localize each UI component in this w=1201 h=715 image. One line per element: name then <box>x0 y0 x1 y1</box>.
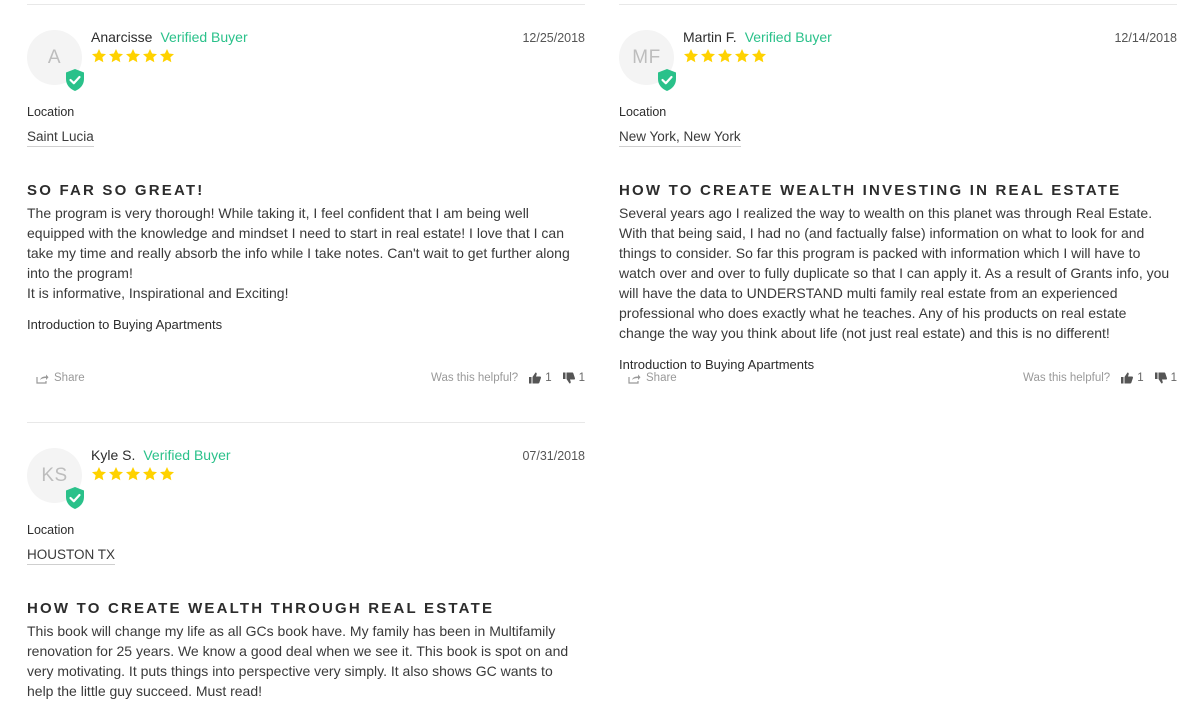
downvote-count: 1 <box>578 372 585 384</box>
star-rating <box>91 48 175 64</box>
location-label: Location <box>27 523 75 537</box>
upvote-count: 1 <box>545 372 552 384</box>
location-label: Location <box>619 105 667 119</box>
verified-buyer-label: Verified Buyer <box>143 447 231 463</box>
review-body: The program is very thorough! While taki… <box>27 203 583 303</box>
helpful-label: Was this helpful? <box>1023 372 1111 384</box>
reviewer-line: Kyle S. Verified Buyer <box>91 447 231 463</box>
verified-shield-icon <box>66 487 84 509</box>
star-icon <box>684 49 698 63</box>
location-value: Saint Lucia <box>27 129 94 147</box>
review-title: HOW TO CREATE WEALTH THROUGH REAL ESTATE <box>27 600 495 617</box>
share-label: Share <box>54 372 85 384</box>
star-icon <box>126 49 140 63</box>
reviewer-name: Anarcisse <box>91 29 153 45</box>
avatar: A <box>27 30 84 91</box>
share-icon <box>36 374 49 384</box>
review-date: 07/31/2018 <box>522 449 585 463</box>
location-value: HOUSTON TX <box>27 547 116 565</box>
helpful-votes: Was this helpful? 1 1 <box>1023 372 1177 384</box>
reviewer-line: Anarcisse Verified Buyer <box>91 29 248 45</box>
review-body: Several years ago I realized the way to … <box>619 203 1175 343</box>
thumbs-down-icon[interactable] <box>1154 372 1167 384</box>
thumbs-down-icon[interactable] <box>562 372 575 384</box>
star-icon <box>718 49 732 63</box>
review-paragraph: Several years ago I realized the way to … <box>619 205 1170 341</box>
upvote-count: 1 <box>1137 372 1144 384</box>
reviewer-line: Martin F. Verified Buyer <box>683 29 832 45</box>
star-icon <box>735 49 749 63</box>
review-paragraph: The program is very thorough! While taki… <box>27 205 570 281</box>
review-title: HOW TO CREATE WEALTH INVESTING IN REAL E… <box>619 182 1122 199</box>
star-icon <box>143 49 157 63</box>
avatar: KS <box>27 448 84 509</box>
helpful-votes: Was this helpful? 1 1 <box>431 372 585 384</box>
product-name: Introduction to Buying Apartments <box>27 317 223 332</box>
verified-shield-icon <box>658 69 676 91</box>
share-button[interactable]: Share <box>36 372 85 384</box>
star-rating <box>91 466 175 482</box>
location-value: New York, New York <box>619 129 741 147</box>
divider <box>619 4 1177 5</box>
review-date: 12/14/2018 <box>1114 31 1177 45</box>
review-date: 12/25/2018 <box>522 31 585 45</box>
star-icon <box>752 49 766 63</box>
reviewer-name: Martin F. <box>683 29 737 45</box>
star-icon <box>109 467 123 481</box>
location-label: Location <box>27 105 75 119</box>
star-rating <box>683 48 767 64</box>
star-icon <box>160 49 174 63</box>
star-icon <box>109 49 123 63</box>
verified-buyer-label: Verified Buyer <box>160 29 248 45</box>
review-body: This book will change my life as all GCs… <box>27 621 583 701</box>
star-icon <box>160 467 174 481</box>
share-icon <box>628 374 641 384</box>
thumbs-up-icon[interactable] <box>529 372 542 384</box>
product-name: Introduction to Buying Apartments <box>619 357 815 372</box>
review-paragraph: This book will change my life as all GCs… <box>27 623 569 699</box>
downvote-count: 1 <box>1170 372 1177 384</box>
avatar-initials: MF <box>632 46 661 68</box>
divider <box>27 422 585 423</box>
verified-buyer-label: Verified Buyer <box>744 29 832 45</box>
avatar-initials: A <box>47 46 62 68</box>
review-title: SO FAR SO GREAT! <box>27 182 205 199</box>
thumbs-up-icon[interactable] <box>1121 372 1134 384</box>
divider <box>27 4 585 5</box>
avatar-initials: KS <box>41 464 68 486</box>
review-paragraph: It is informative, Inspirational and Exc… <box>27 285 289 301</box>
helpful-label: Was this helpful? <box>431 372 519 384</box>
star-icon <box>92 467 106 481</box>
share-button[interactable]: Share <box>628 372 677 384</box>
verified-shield-icon <box>66 69 84 91</box>
star-icon <box>126 467 140 481</box>
avatar: MF <box>619 30 676 91</box>
star-icon <box>143 467 157 481</box>
share-label: Share <box>646 372 677 384</box>
star-icon <box>701 49 715 63</box>
reviewer-name: Kyle S. <box>91 447 136 463</box>
star-icon <box>92 49 106 63</box>
